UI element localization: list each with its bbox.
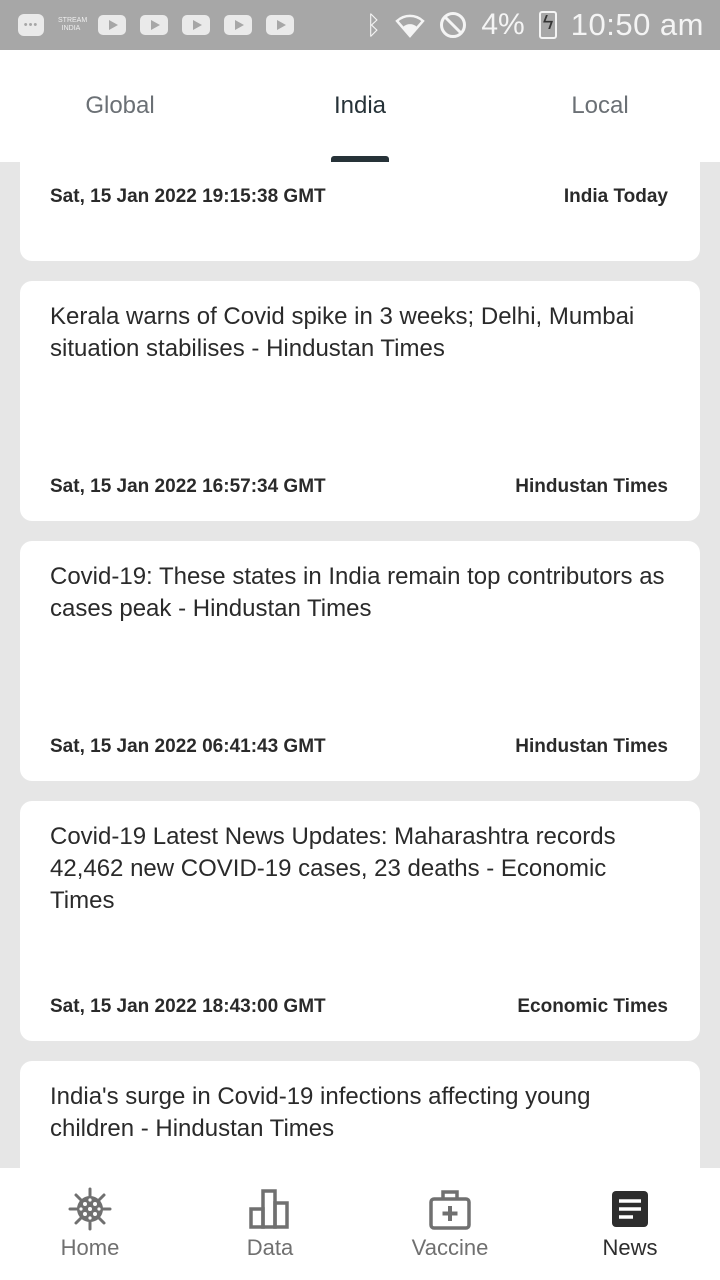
news-card[interactable]: Covid-19 Latest News Updates: Maharashtr… [20, 801, 700, 1041]
tab-label: India [333, 92, 387, 119]
virus-icon [68, 1187, 112, 1231]
notification-icons: STREAM INDIA [18, 14, 294, 36]
youtube-icon [98, 15, 126, 35]
nav-news[interactable]: News [540, 1168, 720, 1280]
clock: 10:50 am [570, 7, 704, 42]
news-source: India Today [563, 186, 668, 207]
system-icons: ᛒ 4% 10:50 am [366, 7, 704, 43]
active-tab-indicator [331, 156, 389, 162]
status-bar: STREAM INDIA ᛒ 4% 10:50 am [0, 0, 720, 50]
youtube-icon [182, 15, 210, 35]
news-date: Sat, 15 Jan 2022 18:43:00 GMT [50, 996, 326, 1017]
news-date: Sat, 15 Jan 2022 16:57:34 GMT [50, 476, 326, 497]
news-icon [612, 1191, 648, 1227]
youtube-icon [224, 15, 252, 35]
news-date: Sat, 15 Jan 2022 19:15:38 GMT [50, 186, 326, 207]
stream-india-icon: STREAM INDIA [58, 17, 88, 32]
nav-label: News [602, 1235, 658, 1260]
news-date: Sat, 15 Jan 2022 06:41:43 GMT [50, 736, 326, 757]
news-card[interactable]: India's surge in Covid-19 infections aff… [20, 1061, 700, 1168]
battery-percent: 4% [481, 8, 525, 41]
nav-label: Vaccine [411, 1235, 489, 1260]
nav-label: Home [60, 1235, 120, 1260]
nav-vaccine[interactable]: Vaccine [360, 1168, 540, 1280]
news-title: India's surge in Covid-19 infections aff… [50, 1083, 591, 1142]
news-card[interactable]: Covid-19: These states in India remain t… [20, 541, 700, 781]
medical-kit-icon [429, 1190, 471, 1230]
news-title: Covid-19: These states in India remain t… [50, 563, 665, 622]
nav-home[interactable]: Home [0, 1168, 180, 1280]
tab-india[interactable]: India [240, 50, 480, 162]
youtube-icon [140, 15, 168, 35]
do-not-disturb-icon [440, 12, 467, 38]
news-list[interactable]: Sat, 15 Jan 2022 19:15:38 GMT India Toda… [0, 162, 720, 1168]
news-card[interactable]: Kerala warns of Covid spike in 3 weeks; … [20, 281, 700, 521]
news-title: Covid-19 Latest News Updates: Maharashtr… [50, 823, 616, 914]
tab-local[interactable]: Local [480, 50, 720, 162]
tab-label: Local [571, 92, 629, 119]
battery-charging-icon [538, 11, 557, 39]
news-source: Economic Times [517, 996, 668, 1017]
news-card[interactable]: Sat, 15 Jan 2022 19:15:38 GMT India Toda… [20, 162, 700, 261]
screen: STREAM INDIA ᛒ 4% 10:50 am Global [0, 0, 720, 1280]
youtube-icon [266, 15, 294, 35]
chat-icon [18, 14, 44, 36]
nav-label: Data [246, 1235, 294, 1260]
region-tabs: Global India Local [0, 50, 720, 162]
bottom-navigation: Home Data Vaccine News [0, 1168, 720, 1280]
bluetooth-icon: ᛒ [365, 10, 382, 40]
news-title: Kerala warns of Covid spike in 3 weeks; … [50, 303, 635, 362]
bar-chart-icon [249, 1189, 289, 1229]
wifi-icon [395, 14, 426, 38]
news-source: Hindustan Times [515, 476, 668, 497]
tab-global[interactable]: Global [0, 50, 240, 162]
tab-label: Global [85, 92, 155, 119]
news-source: Hindustan Times [515, 736, 668, 757]
nav-data[interactable]: Data [180, 1168, 360, 1280]
